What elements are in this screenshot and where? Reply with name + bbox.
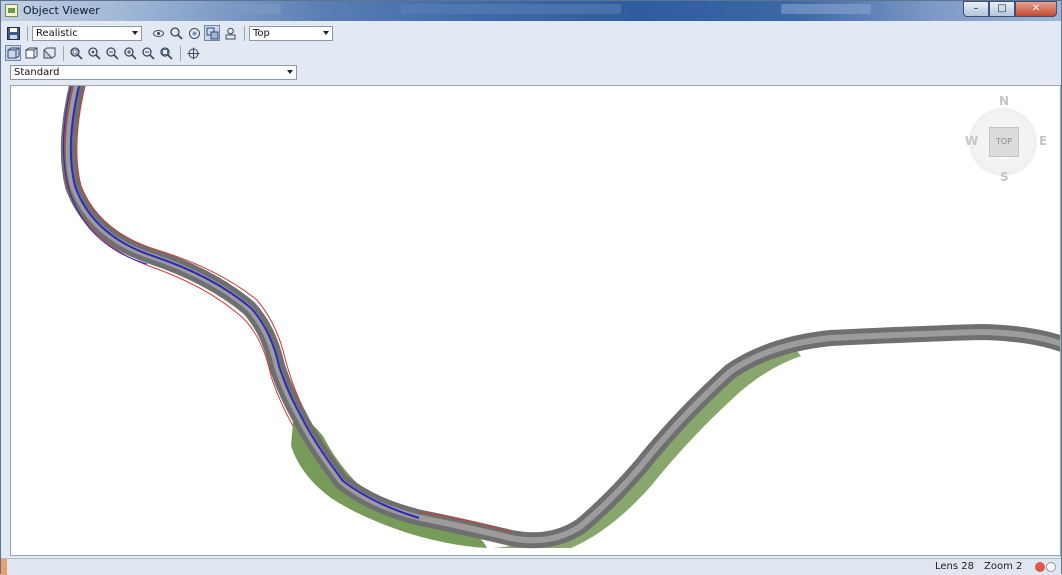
road-corridor: [60, 86, 1060, 549]
lens-readout: Lens 28: [935, 561, 974, 572]
orbit-icon[interactable]: [150, 25, 166, 41]
zoom-dynamic-icon[interactable]: [86, 45, 102, 61]
viewcube-top-face[interactable]: TOP: [989, 127, 1019, 157]
zoom-out-icon[interactable]: [140, 45, 156, 61]
model-viewport[interactable]: TOP N S W E: [10, 85, 1061, 556]
zoom-in-icon[interactable]: [122, 45, 138, 61]
offset-line-red: [63, 86, 294, 427]
title-bar-background: [781, 4, 871, 14]
toolbar-row-1: Realistic Top: [5, 24, 333, 42]
3d-wireframe-icon[interactable]: [5, 45, 21, 61]
visual-style-dropdown[interactable]: Realistic: [32, 25, 142, 41]
compass-north[interactable]: N: [999, 94, 1009, 108]
pan-icon[interactable]: [185, 45, 201, 61]
zoom-readout: Zoom 2: [984, 561, 1023, 572]
title-bar[interactable]: Object Viewer – □ ✕: [1, 1, 1061, 21]
toolbar-row-2: [5, 44, 203, 62]
grading-area: [491, 344, 801, 548]
close-button[interactable]: ✕: [1015, 1, 1057, 17]
status-indicator: [1, 559, 7, 575]
object-viewer-window: Object Viewer – □ ✕ Realistic Top Standa…: [0, 0, 1062, 575]
minimize-button[interactable]: –: [963, 1, 989, 17]
title-bar-background: [221, 4, 281, 14]
alignment-drawing: [60, 86, 1060, 549]
toggle-icon[interactable]: [1046, 562, 1056, 572]
compass-west[interactable]: W: [965, 134, 978, 148]
toolbar-separator: [180, 45, 181, 61]
record-icon[interactable]: [1035, 562, 1045, 572]
chevron-down-icon: [132, 30, 138, 35]
maximize-button[interactable]: □: [989, 1, 1015, 17]
toolbar-separator: [63, 45, 64, 61]
view-direction-dropdown[interactable]: Top: [249, 25, 333, 41]
chevron-down-icon: [323, 30, 329, 35]
save-icon[interactable]: [5, 25, 21, 41]
zoom-window-icon[interactable]: [68, 45, 84, 61]
realtime-zoom-icon[interactable]: [186, 25, 202, 41]
road-centerline: [65, 86, 1060, 544]
compass-east[interactable]: E: [1039, 134, 1047, 148]
window-title: Object Viewer: [23, 4, 100, 17]
app-icon: [5, 4, 18, 17]
status-bar: Lens 28 Zoom 2: [1, 558, 1061, 575]
visual-style-value: Realistic: [36, 27, 78, 39]
view-options-icon[interactable]: [204, 25, 220, 41]
chevron-down-icon: [287, 70, 293, 74]
camera-icon[interactable]: [222, 25, 238, 41]
view-profile-value: Standard: [14, 67, 60, 78]
3d-hidden-icon[interactable]: [23, 45, 39, 61]
3d-shaded-icon[interactable]: [41, 45, 57, 61]
toolbar-separator: [27, 25, 28, 41]
zoom-extents-icon[interactable]: [158, 45, 174, 61]
zoom-icon[interactable]: [168, 25, 184, 41]
alignment-line-blue: [69, 86, 420, 519]
toolbar-separator: [244, 25, 245, 41]
title-bar-background: [401, 4, 621, 14]
zoom-scale-icon[interactable]: [104, 45, 120, 61]
viewcube[interactable]: TOP N S W E: [955, 94, 1051, 190]
window-controls: – □ ✕: [963, 1, 1057, 18]
view-direction-value: Top: [253, 27, 270, 39]
compass-south[interactable]: S: [1000, 170, 1009, 184]
view-profile-dropdown[interactable]: Standard: [10, 65, 297, 80]
